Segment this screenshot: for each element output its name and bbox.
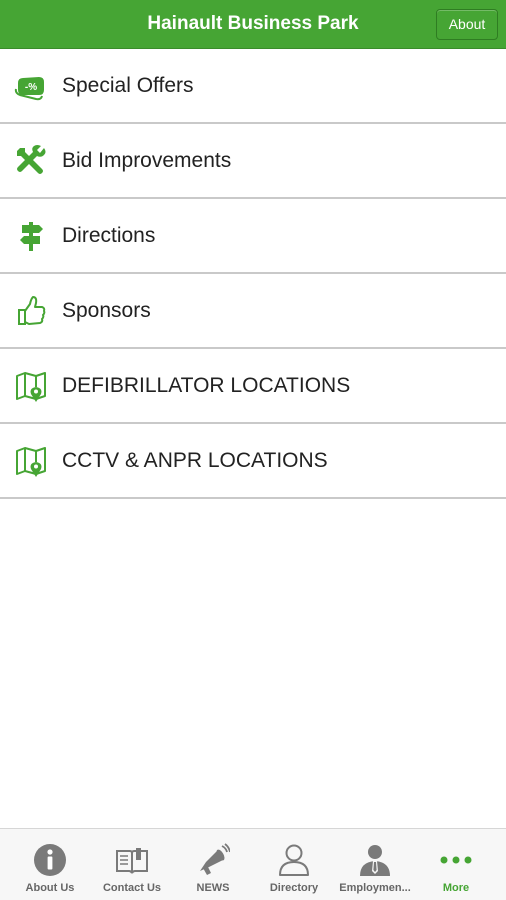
menu-list: -% Special Offers Bid Improvements Direc…: [0, 49, 506, 499]
tab-label: Employmen...: [339, 882, 411, 894]
menu-item-bid-improvements[interactable]: Bid Improvements: [0, 124, 506, 199]
menu-item-label: Directions: [62, 224, 156, 247]
menu-item-cctv-anpr-locations[interactable]: CCTV & ANPR LOCATIONS: [0, 424, 506, 499]
more-dots-icon: [439, 843, 473, 877]
tab-label: About Us: [25, 882, 75, 894]
menu-item-defibrillator-locations[interactable]: DEFIBRILLATOR LOCATIONS: [0, 349, 506, 424]
tab-label: Directory: [269, 882, 319, 894]
svg-text:-%: -%: [25, 82, 37, 93]
menu-item-label: DEFIBRILLATOR LOCATIONS: [62, 374, 351, 397]
businessman-icon: [358, 843, 392, 877]
menu-item-label: Sponsors: [62, 299, 151, 322]
menu-item-directions[interactable]: Directions: [0, 199, 506, 274]
discount-tag-icon: -%: [14, 69, 48, 103]
menu-item-sponsors[interactable]: Sponsors: [0, 274, 506, 349]
tab-news[interactable]: NEWS: [172, 829, 254, 900]
wrench-screwdriver-icon: [14, 144, 48, 178]
page-title: Hainault Business Park: [147, 13, 359, 34]
person-outline-icon: [277, 843, 311, 877]
tab-label: Contact Us: [102, 882, 162, 894]
tab-contact-us[interactable]: Contact Us: [91, 829, 173, 900]
map-pin-icon: [14, 369, 48, 403]
thumbs-up-icon: [14, 294, 48, 328]
tab-directory[interactable]: Directory: [253, 829, 335, 900]
about-button[interactable]: About: [436, 9, 498, 40]
app-screen: Hainault Business Park About -% Special …: [0, 0, 506, 900]
tab-label: NEWS: [196, 882, 230, 894]
menu-item-label: CCTV & ANPR LOCATIONS: [62, 449, 328, 472]
info-icon: [33, 843, 67, 877]
menu-item-label: Bid Improvements: [62, 149, 232, 172]
menu-item-label: Special Offers: [62, 74, 194, 97]
book-icon: [115, 843, 149, 877]
tab-bar: About Us Contact Us NEWS Directory Emplo…: [0, 828, 506, 900]
tab-more[interactable]: More: [415, 829, 497, 900]
tab-employment[interactable]: Employmen...: [334, 829, 416, 900]
menu-item-special-offers[interactable]: -% Special Offers: [0, 49, 506, 124]
tab-about-us[interactable]: About Us: [9, 829, 91, 900]
map-pin-icon: [14, 444, 48, 478]
tab-label: More: [442, 882, 470, 894]
megaphone-icon: [196, 843, 230, 877]
signpost-icon: [14, 219, 48, 253]
header-bar: Hainault Business Park About: [0, 0, 506, 49]
